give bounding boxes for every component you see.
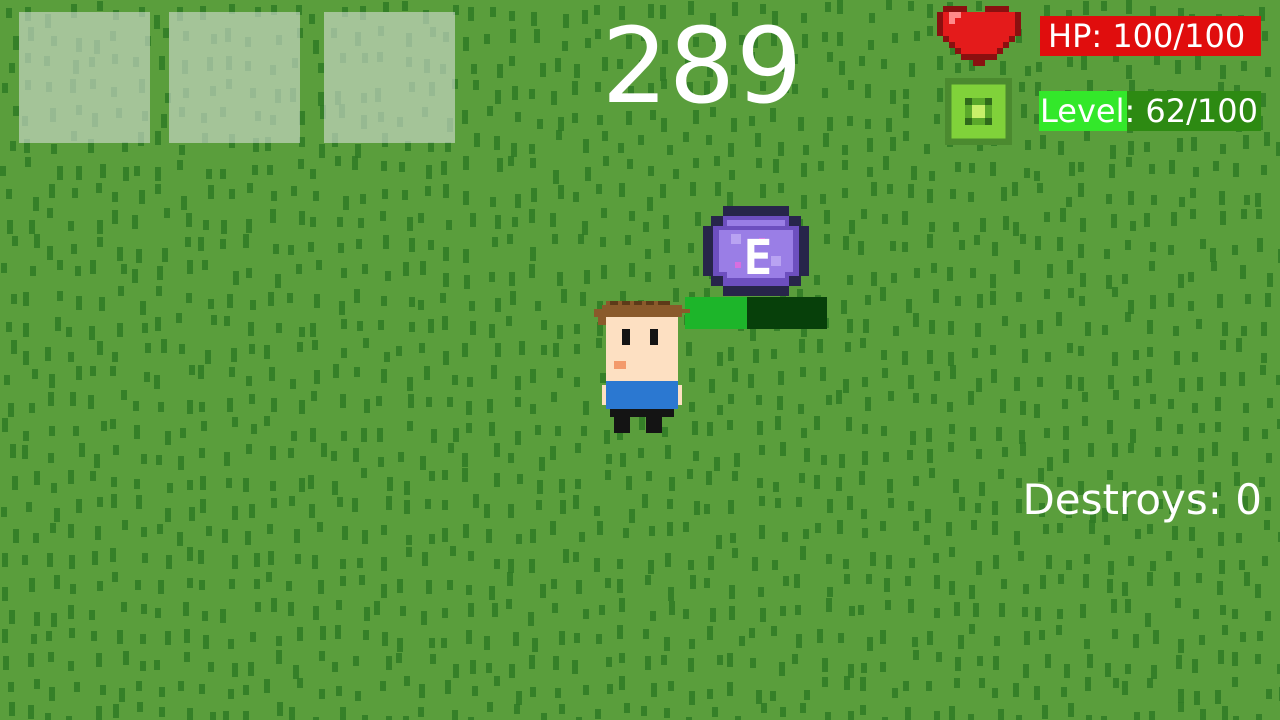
level-gem-icon — [945, 78, 1012, 145]
enemy-health-bar — [685, 297, 827, 329]
hp-text: HP: 100/100 — [1048, 17, 1246, 55]
level-text: Level: 62/100 — [1040, 92, 1258, 130]
destroys-counter: Destroys: 0 — [1022, 475, 1262, 524]
enemy-letter: E — [743, 230, 773, 286]
heart-icon — [937, 6, 1021, 66]
enemy-health-fill — [685, 297, 748, 329]
inventory-slot-1[interactable] — [19, 12, 150, 143]
inventory-slot-3[interactable] — [324, 12, 455, 143]
player-character — [594, 301, 690, 433]
score-counter: 289 — [601, 5, 804, 127]
inventory-slot-2[interactable] — [169, 12, 300, 143]
